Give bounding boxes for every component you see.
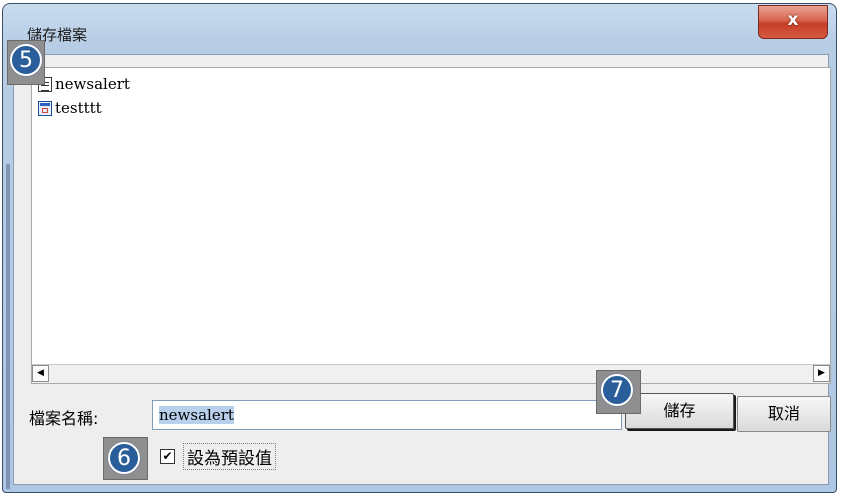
save-file-dialog: 儲存檔案 x newsalert testttt ◀ ▶ 檔案名稱: newsa… — [2, 3, 837, 493]
callout-badge-6: 6 — [108, 442, 140, 474]
horizontal-scrollbar[interactable]: ◀ ▶ — [32, 364, 830, 383]
application-icon — [38, 100, 52, 116]
save-button[interactable]: 儲存 — [625, 393, 734, 429]
set-default-option[interactable]: ✔ 設為預設值 — [160, 441, 276, 471]
file-list[interactable]: newsalert testttt ◀ ▶ — [31, 67, 831, 384]
list-item[interactable]: newsalert — [38, 74, 130, 94]
filename-input[interactable]: newsalert — [152, 400, 622, 430]
arrow-left-icon: ◀ — [37, 368, 44, 378]
filename-label: 檔案名稱: — [29, 409, 99, 428]
scroll-left-button[interactable]: ◀ — [32, 365, 49, 382]
file-name: newsalert — [55, 75, 130, 93]
dialog-body: newsalert testttt ◀ ▶ 檔案名稱: newsalert 儲存… — [13, 54, 831, 485]
window-edge-accent — [6, 164, 10, 489]
title-bar[interactable]: 儲存檔案 x — [3, 4, 836, 54]
callout-badge-7: 7 — [601, 374, 633, 406]
close-icon: x — [787, 10, 799, 30]
arrow-right-icon: ▶ — [818, 368, 825, 378]
callout-badge-5: 5 — [10, 44, 42, 76]
list-item[interactable]: testttt — [38, 98, 102, 118]
filename-value: newsalert — [159, 406, 234, 424]
close-button[interactable]: x — [758, 5, 828, 39]
set-default-checkbox[interactable]: ✔ — [160, 448, 175, 464]
scroll-right-button[interactable]: ▶ — [813, 365, 830, 382]
set-default-label[interactable]: 設為預設值 — [183, 442, 276, 470]
file-name: testttt — [55, 99, 102, 117]
checkmark-icon: ✔ — [162, 448, 173, 463]
cancel-button[interactable]: 取消 — [737, 396, 831, 432]
